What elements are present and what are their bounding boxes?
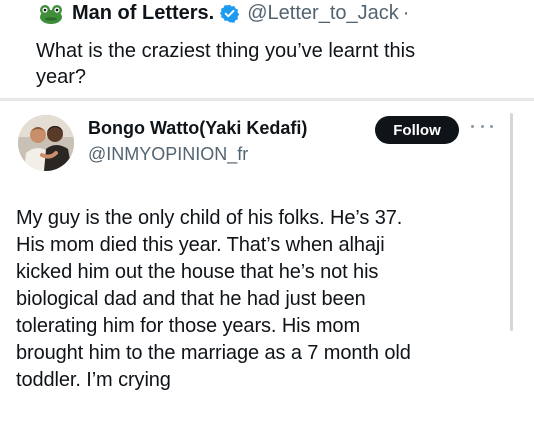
quoted-author-handle[interactable]: @Letter_to_Jack [247, 2, 399, 25]
author-avatar[interactable] [18, 115, 74, 171]
tweet-text-line: tolerating him for those years. His mom [16, 315, 361, 337]
author-handle[interactable]: @INMYOPINION_fr [88, 143, 307, 165]
quoted-tweet-text: What is the craziest thing you’ve learnt… [36, 38, 506, 90]
separator-dot: · [402, 2, 410, 24]
tweet-text-line: My guy is the only child of his folks. H… [16, 207, 403, 229]
more-options-icon[interactable] [471, 119, 493, 133]
quoted-tweet[interactable]: Man of Letters. @Letter_to_Jack · What i… [0, 0, 534, 100]
author-name[interactable]: Bongo Watto(Yaki Kedafi) [88, 117, 307, 139]
tweet-text-line: toddler. I’m crying [16, 369, 171, 391]
quoted-text-line: year? [36, 66, 87, 88]
verified-badge-icon [220, 4, 240, 23]
quoted-tweet-header: Man of Letters. @Letter_to_Jack · [36, 2, 409, 25]
tweet-text-line: His mom died this year. That’s when alha… [16, 234, 385, 256]
follow-button[interactable]: Follow [375, 116, 459, 144]
author-info: Bongo Watto(Yaki Kedafi) @INMYOPINION_fr [88, 117, 307, 165]
scrollbar[interactable] [510, 113, 513, 331]
frog-avatar-icon[interactable] [36, 3, 66, 25]
tweet-text-line: biological dad and that he had just been [16, 288, 366, 310]
quoted-author-name[interactable]: Man of Letters. [72, 2, 214, 25]
quoted-text-line: What is the craziest thing you’ve learnt… [36, 40, 416, 62]
tweet-text-line: kicked him out the house that he’s not h… [16, 261, 379, 283]
tweet-text: My guy is the only child of his folks. H… [16, 205, 506, 394]
main-tweet[interactable]: Bongo Watto(Yaki Kedafi) @INMYOPINION_fr… [0, 101, 534, 425]
screenshot-collage: Man of Letters. @Letter_to_Jack · What i… [0, 0, 534, 425]
tweet-text-line: brought him to the marriage as a 7 month… [16, 342, 411, 364]
